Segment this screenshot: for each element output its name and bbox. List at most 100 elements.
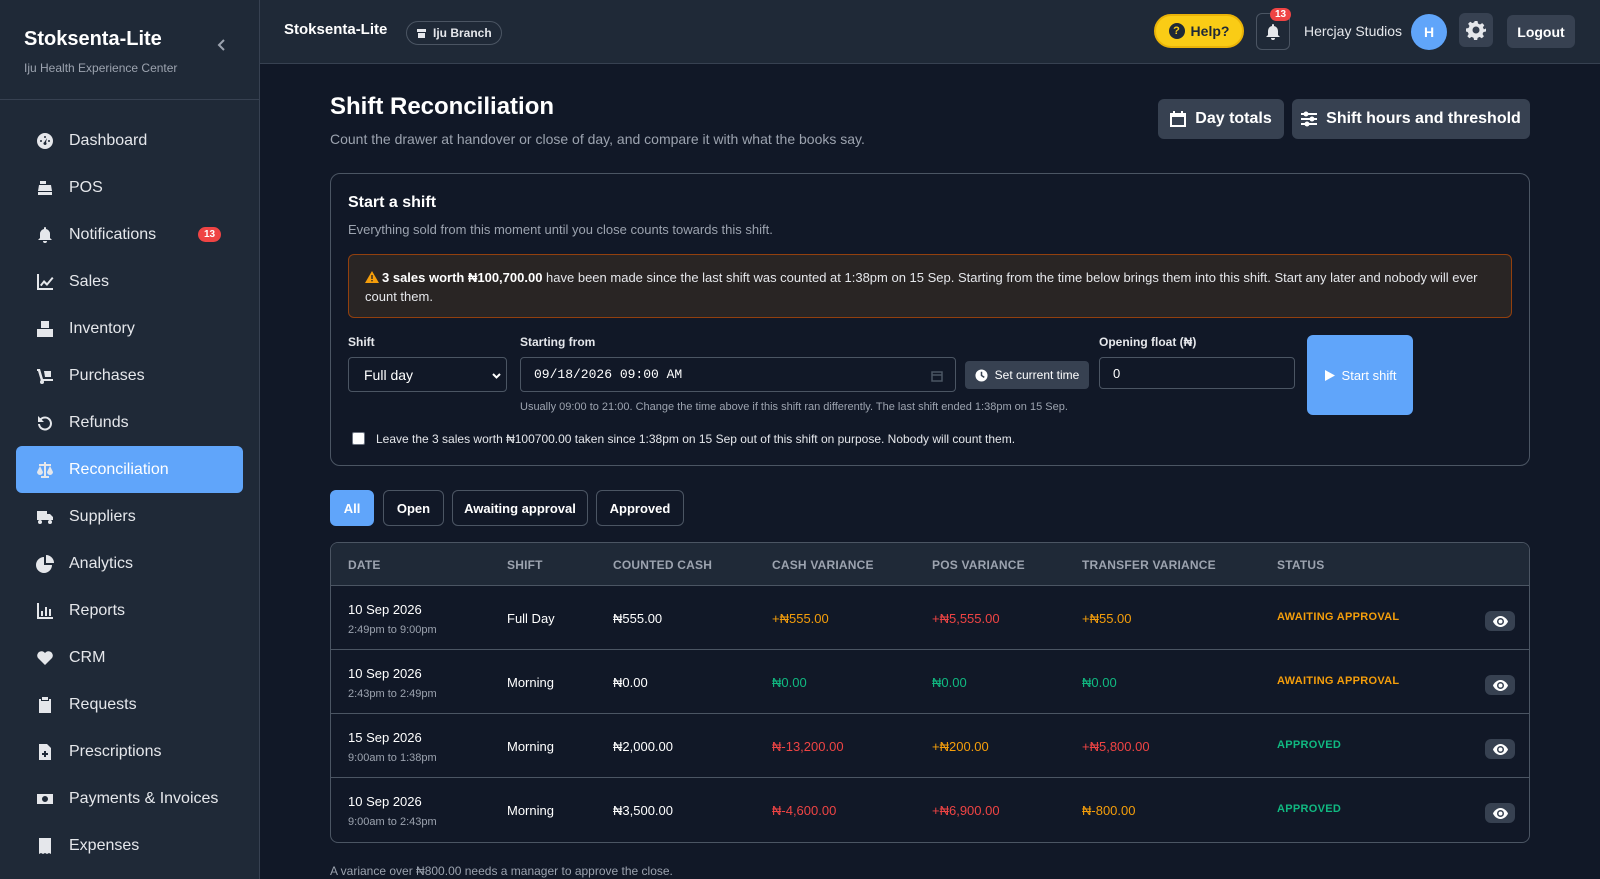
shift-hours-button[interactable]: Shift hours and threshold	[1292, 99, 1530, 139]
sidebar-item-label: Reconciliation	[69, 460, 169, 478]
variance-footnote: A variance over ₦800.00 needs a manager …	[330, 864, 673, 878]
sidebar-item-sales[interactable]: Sales	[16, 258, 243, 305]
undo-icon	[36, 414, 54, 432]
sidebar-item-reports[interactable]: Reports	[16, 587, 243, 634]
sidebar-item-notifications[interactable]: Notifications 13	[16, 211, 243, 258]
row-pos-variance: +₦6,900.00	[932, 803, 1000, 818]
gear-icon	[1466, 21, 1486, 40]
col-cash-variance: CASH VARIANCE	[772, 558, 874, 572]
start-shift-button[interactable]: Start shift	[1307, 335, 1413, 415]
pie-chart-icon	[36, 554, 54, 573]
brand-title: Stoksenta-Lite	[24, 28, 162, 50]
eye-icon	[1492, 743, 1508, 755]
sidebar-item-pos[interactable]: POS	[16, 164, 243, 211]
row-date: 10 Sep 2026	[348, 666, 422, 681]
shift-select-value: Full day	[364, 366, 414, 383]
exclude-sales-checkbox[interactable]	[352, 432, 365, 445]
topbar: Stoksenta-Lite Iju Branch ? Help? 13 Her…	[260, 0, 1600, 64]
col-date: DATE	[348, 558, 381, 572]
unclaimed-sales-warning: 3 sales worth ₦100,700.00 have been made…	[348, 254, 1512, 318]
sidebar-item-crm[interactable]: CRM	[16, 634, 243, 681]
app-title: Stoksenta-Lite	[284, 21, 388, 38]
branch-label: Iju Branch	[433, 26, 492, 40]
start-shift-label: Start shift	[1341, 367, 1397, 383]
settings-button[interactable]	[1459, 13, 1493, 47]
status-badge: AWAITING APPROVAL	[1277, 611, 1400, 623]
row-shift: Morning	[507, 675, 554, 690]
sidebar-item-label: CRM	[69, 648, 106, 666]
question-icon: ?	[1168, 23, 1185, 39]
view-button[interactable]	[1485, 739, 1515, 759]
sidebar-item-expenses[interactable]: Expenses	[16, 822, 243, 869]
row-time-range: 9:00am to 1:38pm	[348, 752, 437, 764]
chart-line-icon	[36, 273, 54, 291]
sidebar-item-label: Requests	[69, 695, 137, 713]
set-current-time-button[interactable]: Set current time	[965, 361, 1089, 389]
sliders-icon	[1301, 111, 1318, 127]
boxes-icon	[36, 320, 54, 338]
warning-icon	[365, 271, 379, 283]
filter-awaiting-approval[interactable]: Awaiting approval	[452, 490, 588, 526]
sidebar-item-label: Analytics	[69, 554, 134, 572]
filter-approved[interactable]: Approved	[596, 490, 684, 526]
sidebar-item-requests[interactable]: Requests	[16, 681, 243, 728]
col-status: STATUS	[1277, 558, 1325, 572]
view-button[interactable]	[1485, 803, 1515, 823]
page-title: Shift Reconciliation	[330, 93, 555, 120]
table-row: 10 Sep 2026 2:49pm to 9:00pm Full Day ₦5…	[331, 586, 1529, 650]
status-badge: APPROVED	[1277, 803, 1342, 815]
branch-selector[interactable]: Iju Branch	[406, 21, 502, 45]
money-bill-icon	[36, 790, 54, 808]
sidebar-item-refunds[interactable]: Refunds	[16, 399, 243, 446]
sidebar-item-label: Sales	[69, 272, 110, 290]
filter-all[interactable]: All	[330, 490, 374, 526]
sidebar-item-purchases[interactable]: Purchases	[16, 352, 243, 399]
sidebar-item-suppliers[interactable]: Suppliers	[16, 493, 243, 540]
eye-icon	[1492, 807, 1508, 819]
sidebar-item-payments[interactable]: Payments & Invoices	[16, 775, 243, 822]
sidebar-item-label: Notifications	[69, 225, 157, 243]
card-title: Start a shift	[348, 194, 437, 211]
opening-float-input[interactable]: 0	[1099, 357, 1295, 389]
start-shift-card: Start a shift Everything sold from this …	[330, 173, 1530, 466]
set-current-time-label: Set current time	[994, 368, 1080, 382]
sidebar-item-inventory[interactable]: Inventory	[16, 305, 243, 352]
shift-label: Shift	[348, 335, 375, 349]
row-shift: Morning	[507, 803, 554, 818]
shift-select[interactable]: Full day	[348, 357, 507, 392]
chevron-left-icon[interactable]	[215, 38, 229, 52]
start-datetime-input[interactable]: 09/18/2026 09:00 AM	[520, 357, 956, 392]
table-row: 10 Sep 2026 9:00am to 2:43pm Morning ₦3,…	[331, 778, 1529, 842]
warning-highlight: 3 sales worth ₦100,700.00	[382, 270, 543, 285]
shift-time-hint: Usually 09:00 to 21:00. Change the time …	[520, 401, 1068, 413]
col-counted-cash: COUNTED CASH	[613, 558, 713, 572]
sidebar-item-label: Payments & Invoices	[69, 789, 219, 807]
view-button[interactable]	[1485, 675, 1515, 695]
table-row: 10 Sep 2026 2:43pm to 2:49pm Morning ₦0.…	[331, 650, 1529, 714]
table-header: DATE SHIFT COUNTED CASH CASH VARIANCE PO…	[331, 543, 1529, 586]
help-button[interactable]: ? Help?	[1154, 14, 1244, 48]
sidebar-item-label: Expenses	[69, 836, 140, 854]
sidebar-item-prescriptions[interactable]: Prescriptions	[16, 728, 243, 775]
sidebar-item-label: Inventory	[69, 319, 135, 337]
row-pos-variance: ₦0.00	[932, 675, 967, 690]
sidebar-item-reconciliation[interactable]: Reconciliation	[16, 446, 243, 493]
day-totals-button[interactable]: Day totals	[1158, 99, 1284, 139]
gauge-icon	[36, 132, 54, 150]
eye-icon	[1492, 615, 1508, 627]
sidebar-item-analytics[interactable]: Analytics	[16, 540, 243, 587]
sidebar-item-label: POS	[69, 178, 103, 196]
filter-open[interactable]: Open	[383, 490, 444, 526]
sidebar-item-label: Dashboard	[69, 131, 148, 149]
receipt-icon	[36, 837, 54, 855]
row-time-range: 2:49pm to 9:00pm	[348, 624, 437, 636]
logout-button[interactable]: Logout	[1507, 15, 1575, 48]
sidebar-item-dashboard[interactable]: Dashboard	[16, 117, 243, 164]
avatar[interactable]: H	[1411, 14, 1447, 50]
starting-from-label: Starting from	[520, 335, 596, 349]
view-button[interactable]	[1485, 611, 1515, 631]
opening-float-label: Opening float (₦)	[1099, 335, 1197, 349]
calendar-icon[interactable]	[931, 370, 943, 382]
clipboard-icon	[36, 696, 54, 714]
cash-register-icon	[36, 179, 54, 197]
